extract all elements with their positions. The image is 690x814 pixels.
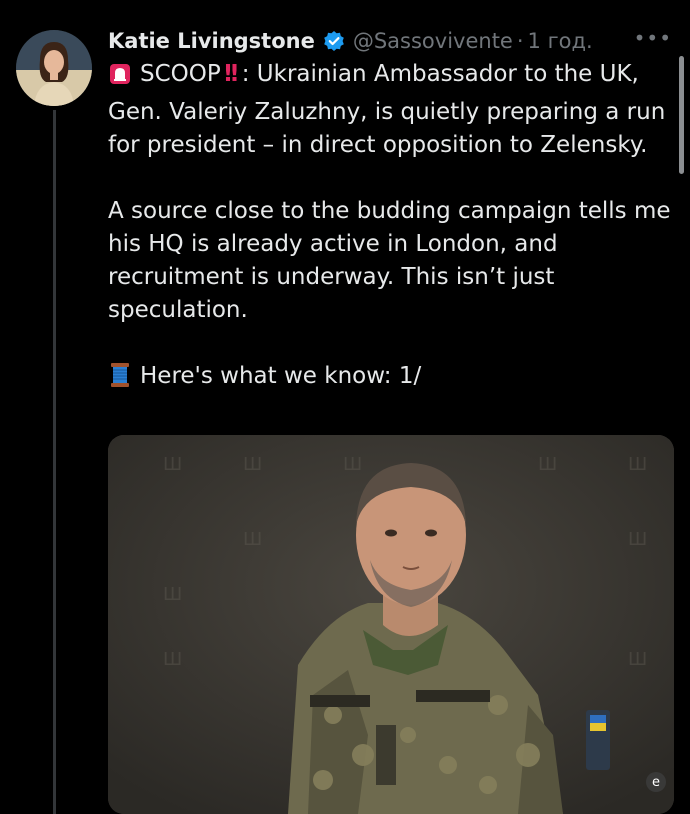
tweet-photo[interactable]: Ш Ш Ш Ш Ш Ш Ш Ш Ш Ш e xyxy=(108,435,674,814)
svg-text:Ш: Ш xyxy=(628,454,647,475)
svg-text:Ш: Ш xyxy=(243,529,262,550)
thread-line xyxy=(53,110,56,814)
more-options-icon[interactable]: ••• xyxy=(634,26,672,50)
svg-text:Ш: Ш xyxy=(163,584,182,605)
timestamp[interactable]: 1 год. xyxy=(528,29,593,53)
siren-icon xyxy=(108,62,132,96)
avatar[interactable] xyxy=(16,30,92,106)
verified-badge-icon xyxy=(323,30,345,52)
svg-text:Ш: Ш xyxy=(343,454,362,475)
thread-text: Here's what we know: 1/ xyxy=(140,363,422,389)
svg-text:Ш: Ш xyxy=(243,454,262,475)
paragraph-source: A source close to the budding campaign t… xyxy=(108,198,671,323)
tweet-text: SCOOP!!: Ukrainian Ambassador to the UK,… xyxy=(108,58,673,398)
svg-text:Ш: Ш xyxy=(628,529,647,550)
tweet[interactable]: Katie Livingstone @Sassovivente · 1 год.… xyxy=(0,0,690,814)
svg-text:Ш: Ш xyxy=(163,649,182,670)
paragraph-thread: Here's what we know: 1/ xyxy=(108,360,673,398)
svg-text:Ш: Ш xyxy=(628,649,647,670)
scrollbar[interactable] xyxy=(679,56,684,174)
svg-text:Ш: Ш xyxy=(538,454,557,475)
author-display-name[interactable]: Katie Livingstone xyxy=(108,29,315,53)
double-exclamation-icon: !! xyxy=(222,61,240,87)
watermark-badge: e xyxy=(646,772,666,792)
thread-spool-icon xyxy=(108,362,132,398)
author-handle[interactable]: @Sassovivente xyxy=(353,29,513,53)
paragraph-scoop: SCOOP!!: Ukrainian Ambassador to the UK,… xyxy=(108,58,673,162)
separator-dot: · xyxy=(516,29,524,53)
svg-text:Ш: Ш xyxy=(163,454,182,475)
scoop-label: SCOOP xyxy=(140,61,221,87)
tweet-header: Katie Livingstone @Sassovivente · 1 год.… xyxy=(108,26,678,56)
